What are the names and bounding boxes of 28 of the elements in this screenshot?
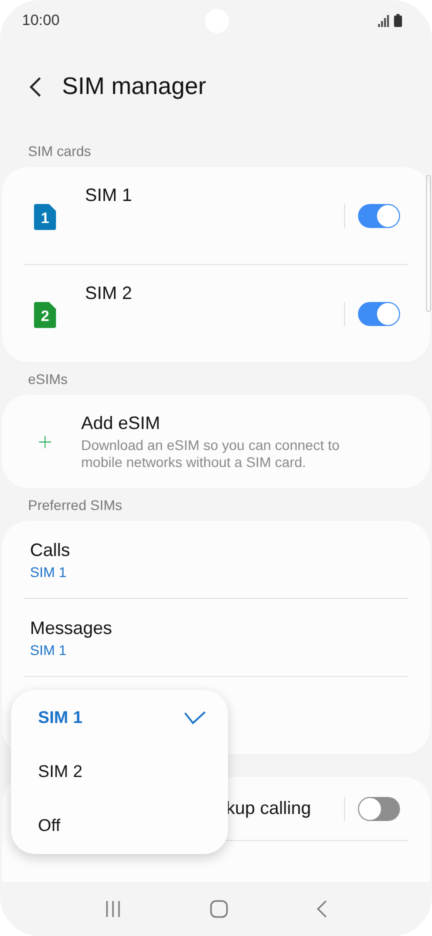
section-label: eSIMs — [27, 370, 69, 389]
status-time: 10:00 — [22, 12, 60, 28]
section-label: SIM cards — [27, 142, 92, 161]
section-label: Preferred SIMs — [27, 496, 124, 515]
menu-option[interactable]: SIM 2 — [11, 745, 228, 799]
sim-card-icon: 1 — [34, 204, 56, 230]
menu-option[interactable]: Off — [11, 799, 228, 853]
sim-toggle[interactable] — [358, 302, 400, 326]
menu-option[interactable]: SIM 1 — [11, 691, 228, 745]
sim-card-icon: 2 — [34, 302, 56, 328]
recent-apps-icon[interactable] — [104, 900, 122, 918]
setting-title[interactable]: Calls — [30, 540, 70, 560]
sim-name: SIM 1 — [85, 185, 132, 206]
add-esim-description: Download an eSIM so you can connect to mobile networks without a SIM card. — [81, 436, 341, 470]
screen-title: SIM manager — [62, 73, 206, 101]
setting-value: SIM 1 — [30, 642, 67, 658]
check-icon — [184, 711, 206, 725]
setting-toggle[interactable] — [358, 796, 400, 820]
scrollbar[interactable] — [426, 175, 431, 312]
home-icon[interactable] — [210, 900, 228, 918]
setting-value: SIM 1 — [30, 564, 67, 580]
sim-toggle[interactable] — [358, 204, 400, 228]
sim-name: SIM 2 — [85, 283, 132, 304]
add-esim-title[interactable]: Add eSIM — [81, 412, 350, 434]
back-icon[interactable] — [28, 76, 42, 98]
setting-title[interactable]: Messages — [30, 618, 112, 638]
battery-icon — [394, 14, 402, 26]
signal-icon — [378, 14, 390, 26]
